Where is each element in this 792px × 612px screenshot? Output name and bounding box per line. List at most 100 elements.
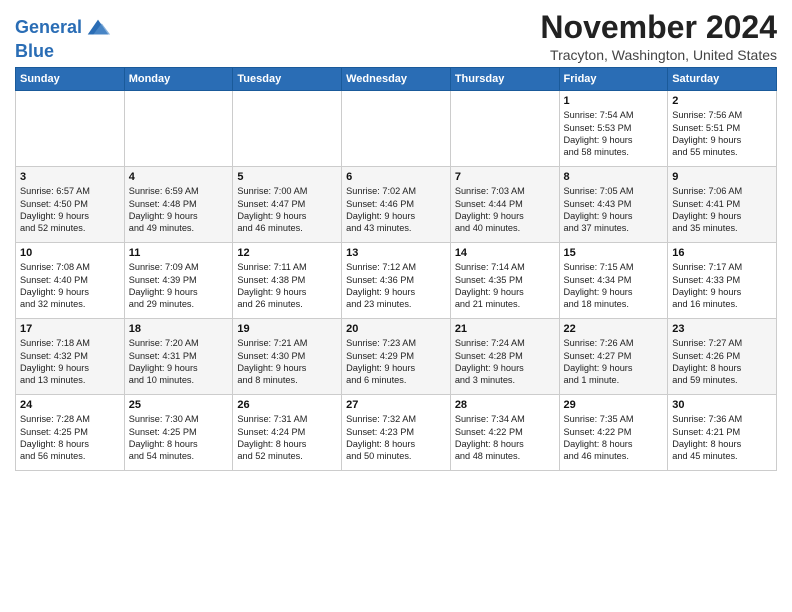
day-header-tuesday: Tuesday <box>233 68 342 91</box>
calendar-cell: 29 Sunrise: 7:35 AM Sunset: 4:22 PM Dayli… <box>559 395 668 471</box>
calendar-cell: 25Sunrise: 7:30 AM Sunset: 4:25 PM Dayli… <box>124 395 233 471</box>
day-number: 11 <box>129 247 229 259</box>
calendar-cell: 26 Sunrise: 7:31 AM Sunset: 4:24 PM Dayli… <box>233 395 342 471</box>
location: Tracyton, Washington, United States <box>540 47 777 63</box>
day-header-saturday: Saturday <box>668 68 777 91</box>
day-info: Sunrise: 7:31 AM Sunset: 4:24 PM Dayligh… <box>237 413 337 463</box>
calendar-cell: 22Sunrise: 7:26 AM Sunset: 4:27 PM Dayli… <box>559 319 668 395</box>
day-number: 29 <box>564 399 664 411</box>
calendar-cell: 4 Sunrise: 6:59 AM Sunset: 4:48 PM Daylig… <box>124 167 233 243</box>
day-number: 7 <box>455 171 555 183</box>
logo-icon <box>84 14 112 42</box>
calendar-table: SundayMondayTuesdayWednesdayThursdayFrid… <box>15 67 777 471</box>
day-info: Sunrise: 7:34 AM Sunset: 4:22 PM Dayligh… <box>455 413 555 463</box>
calendar-cell: 27Sunrise: 7:32 AM Sunset: 4:23 PM Dayli… <box>342 395 451 471</box>
logo-blue: Blue <box>15 42 112 62</box>
week-row-3: 10 Sunrise: 7:08 AM Sunset: 4:40 PM Dayli… <box>16 243 777 319</box>
day-info: Sunrise: 7:18 AM Sunset: 4:32 PM Dayligh… <box>20 337 120 387</box>
day-info: Sunrise: 7:14 AM Sunset: 4:35 PM Dayligh… <box>455 261 555 311</box>
header: General Blue November 2024 Tracyton, Was… <box>15 10 777 63</box>
day-number: 20 <box>346 323 446 335</box>
day-number: 27 <box>346 399 446 411</box>
calendar-cell: 8 Sunrise: 7:05 AM Sunset: 4:43 PM Daylig… <box>559 167 668 243</box>
day-number: 10 <box>20 247 120 259</box>
calendar-cell: 11 Sunrise: 7:09 AM Sunset: 4:39 PM Dayli… <box>124 243 233 319</box>
day-number: 26 <box>237 399 337 411</box>
day-header-thursday: Thursday <box>450 68 559 91</box>
week-row-5: 24 Sunrise: 7:28 AM Sunset: 4:25 PM Dayli… <box>16 395 777 471</box>
day-number: 19 <box>237 323 337 335</box>
calendar-cell: 13 Sunrise: 7:12 AM Sunset: 4:36 PM Dayli… <box>342 243 451 319</box>
day-number: 21 <box>455 323 555 335</box>
day-number: 15 <box>564 247 664 259</box>
calendar-cell: 18Sunrise: 7:20 AM Sunset: 4:31 PM Dayli… <box>124 319 233 395</box>
calendar-cell: 6Sunrise: 7:02 AM Sunset: 4:46 PM Daylig… <box>342 167 451 243</box>
calendar-cell: 30 Sunrise: 7:36 AM Sunset: 4:21 PM Dayli… <box>668 395 777 471</box>
day-info: Sunrise: 7:26 AM Sunset: 4:27 PM Dayligh… <box>564 337 664 387</box>
page-container: General Blue November 2024 Tracyton, Was… <box>0 0 792 476</box>
day-info: Sunrise: 7:56 AM Sunset: 5:51 PM Dayligh… <box>672 109 772 159</box>
day-info: Sunrise: 7:24 AM Sunset: 4:28 PM Dayligh… <box>455 337 555 387</box>
day-info: Sunrise: 7:03 AM Sunset: 4:44 PM Dayligh… <box>455 185 555 235</box>
calendar-cell: 5 Sunrise: 7:00 AM Sunset: 4:47 PM Daylig… <box>233 167 342 243</box>
week-row-1: 1 Sunrise: 7:54 AM Sunset: 5:53 PM Daylig… <box>16 91 777 167</box>
day-number: 18 <box>129 323 229 335</box>
day-info: Sunrise: 7:17 AM Sunset: 4:33 PM Dayligh… <box>672 261 772 311</box>
calendar-cell: 19 Sunrise: 7:21 AM Sunset: 4:30 PM Dayli… <box>233 319 342 395</box>
day-number: 2 <box>672 95 772 107</box>
day-number: 9 <box>672 171 772 183</box>
calendar-cell: 15Sunrise: 7:15 AM Sunset: 4:34 PM Dayli… <box>559 243 668 319</box>
day-number: 13 <box>346 247 446 259</box>
day-number: 24 <box>20 399 120 411</box>
calendar-cell: 2 Sunrise: 7:56 AM Sunset: 5:51 PM Daylig… <box>668 91 777 167</box>
calendar-cell: 21 Sunrise: 7:24 AM Sunset: 4:28 PM Dayli… <box>450 319 559 395</box>
day-info: Sunrise: 7:00 AM Sunset: 4:47 PM Dayligh… <box>237 185 337 235</box>
day-info: Sunrise: 7:27 AM Sunset: 4:26 PM Dayligh… <box>672 337 772 387</box>
day-info: Sunrise: 7:08 AM Sunset: 4:40 PM Dayligh… <box>20 261 120 311</box>
day-number: 23 <box>672 323 772 335</box>
calendar-cell <box>233 91 342 167</box>
month-title: November 2024 <box>540 10 777 45</box>
title-block: November 2024 Tracyton, Washington, Unit… <box>540 10 777 63</box>
day-header-friday: Friday <box>559 68 668 91</box>
day-info: Sunrise: 7:28 AM Sunset: 4:25 PM Dayligh… <box>20 413 120 463</box>
day-info: Sunrise: 7:06 AM Sunset: 4:41 PM Dayligh… <box>672 185 772 235</box>
day-number: 3 <box>20 171 120 183</box>
day-number: 4 <box>129 171 229 183</box>
calendar-cell <box>342 91 451 167</box>
day-info: Sunrise: 7:36 AM Sunset: 4:21 PM Dayligh… <box>672 413 772 463</box>
calendar-cell: 23 Sunrise: 7:27 AM Sunset: 4:26 PM Dayli… <box>668 319 777 395</box>
day-info: Sunrise: 7:09 AM Sunset: 4:39 PM Dayligh… <box>129 261 229 311</box>
calendar-cell: 24 Sunrise: 7:28 AM Sunset: 4:25 PM Dayli… <box>16 395 125 471</box>
calendar-cell: 10 Sunrise: 7:08 AM Sunset: 4:40 PM Dayli… <box>16 243 125 319</box>
day-info: Sunrise: 7:11 AM Sunset: 4:38 PM Dayligh… <box>237 261 337 311</box>
day-info: Sunrise: 7:12 AM Sunset: 4:36 PM Dayligh… <box>346 261 446 311</box>
day-number: 1 <box>564 95 664 107</box>
day-number: 5 <box>237 171 337 183</box>
calendar-cell: 16Sunrise: 7:17 AM Sunset: 4:33 PM Dayli… <box>668 243 777 319</box>
day-number: 28 <box>455 399 555 411</box>
day-info: Sunrise: 7:02 AM Sunset: 4:46 PM Dayligh… <box>346 185 446 235</box>
logo-text: General <box>15 18 82 38</box>
calendar-cell: 28 Sunrise: 7:34 AM Sunset: 4:22 PM Dayli… <box>450 395 559 471</box>
calendar-cell: 1 Sunrise: 7:54 AM Sunset: 5:53 PM Daylig… <box>559 91 668 167</box>
day-number: 30 <box>672 399 772 411</box>
day-info: Sunrise: 7:35 AM Sunset: 4:22 PM Dayligh… <box>564 413 664 463</box>
calendar-cell: 14Sunrise: 7:14 AM Sunset: 4:35 PM Dayli… <box>450 243 559 319</box>
day-info: Sunrise: 7:21 AM Sunset: 4:30 PM Dayligh… <box>237 337 337 387</box>
day-number: 8 <box>564 171 664 183</box>
day-info: Sunrise: 7:05 AM Sunset: 4:43 PM Dayligh… <box>564 185 664 235</box>
day-info: Sunrise: 6:57 AM Sunset: 4:50 PM Dayligh… <box>20 185 120 235</box>
calendar-cell <box>16 91 125 167</box>
day-header-monday: Monday <box>124 68 233 91</box>
day-header-wednesday: Wednesday <box>342 68 451 91</box>
week-row-4: 17Sunrise: 7:18 AM Sunset: 4:32 PM Dayli… <box>16 319 777 395</box>
calendar-cell: 7 Sunrise: 7:03 AM Sunset: 4:44 PM Daylig… <box>450 167 559 243</box>
calendar-header: SundayMondayTuesdayWednesdayThursdayFrid… <box>16 68 777 91</box>
calendar-cell: 12Sunrise: 7:11 AM Sunset: 4:38 PM Dayli… <box>233 243 342 319</box>
logo: General Blue <box>15 14 112 62</box>
day-info: Sunrise: 6:59 AM Sunset: 4:48 PM Dayligh… <box>129 185 229 235</box>
day-info: Sunrise: 7:54 AM Sunset: 5:53 PM Dayligh… <box>564 109 664 159</box>
calendar-body: 1 Sunrise: 7:54 AM Sunset: 5:53 PM Daylig… <box>16 91 777 471</box>
day-info: Sunrise: 7:23 AM Sunset: 4:29 PM Dayligh… <box>346 337 446 387</box>
